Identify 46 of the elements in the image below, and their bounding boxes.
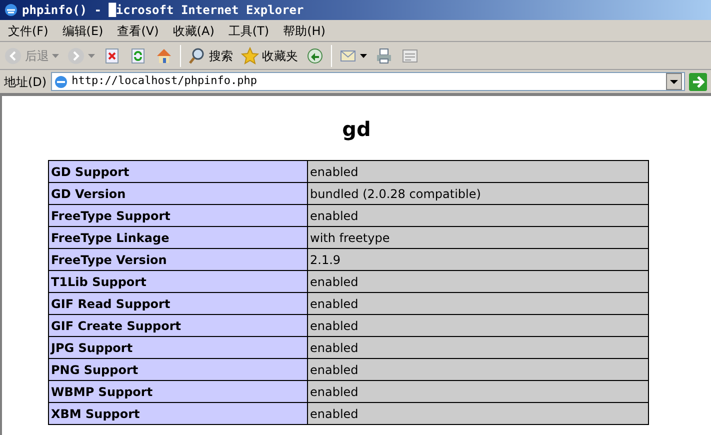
row-label-cell: FreeType Version xyxy=(48,248,308,270)
row-label-cell: GD Version xyxy=(48,182,308,204)
row-label-cell: JPG Support xyxy=(48,336,308,358)
refresh-icon xyxy=(129,46,147,64)
row-label-cell: T1Lib Support xyxy=(48,270,308,292)
search-button[interactable]: 搜索 xyxy=(187,44,234,68)
stop-icon xyxy=(103,46,121,64)
dropdown-icon[interactable] xyxy=(666,73,682,90)
menu-item[interactable]: 查看(V) xyxy=(117,22,159,40)
notepad-icon xyxy=(401,46,419,64)
favorites-button[interactable]: 收藏夹 xyxy=(240,44,299,68)
address-field[interactable]: http://localhost/phpinfo.php xyxy=(50,72,685,91)
row-label-cell: FreeType Support xyxy=(48,204,308,226)
row-label-cell: WBMP Support xyxy=(48,380,308,402)
window-title: phpinfo() - █icrosoft Internet Explorer xyxy=(22,2,304,19)
search-icon xyxy=(188,46,206,64)
value-cell: enabled xyxy=(308,358,648,380)
value-cell: bundled (2.0.28 compatible) xyxy=(308,182,648,204)
row-label-cell: XBM Support xyxy=(48,402,308,424)
go-button[interactable] xyxy=(689,72,707,90)
value-cell: enabled xyxy=(308,204,648,226)
value-cell: 2.1.9 xyxy=(308,248,648,270)
menu-item[interactable]: 编辑(E) xyxy=(62,22,104,40)
menu-item[interactable]: 收藏(A) xyxy=(172,22,214,40)
star-icon xyxy=(241,46,259,64)
value-cell: enabled xyxy=(308,314,648,336)
house-icon xyxy=(155,46,173,64)
section-heading: gd xyxy=(342,116,371,143)
value-cell: with freetype xyxy=(308,226,648,248)
row-label-cell: GD Support xyxy=(48,160,308,182)
value-cell: enabled xyxy=(308,336,648,358)
value-cell: enabled xyxy=(308,160,648,182)
row-label-cell: GIF Create Support xyxy=(48,314,308,336)
row-label-cell: GIF Read Support xyxy=(48,292,308,314)
value-cell: enabled xyxy=(308,380,648,402)
menu-item[interactable]: 文件(F) xyxy=(8,22,48,40)
caret-icon[interactable] xyxy=(360,54,367,58)
menu-item[interactable]: 帮助(H) xyxy=(283,22,326,40)
value-cell: enabled xyxy=(308,402,648,424)
value-cell: enabled xyxy=(308,292,648,314)
row-label-cell: FreeType Linkage xyxy=(48,226,308,248)
value-cell: enabled xyxy=(308,270,648,292)
address-label: 地址(D) xyxy=(4,74,47,90)
menu-item[interactable]: 工具(T) xyxy=(228,22,270,40)
row-label-cell: PNG Support xyxy=(48,358,308,380)
printer-icon xyxy=(375,46,393,64)
